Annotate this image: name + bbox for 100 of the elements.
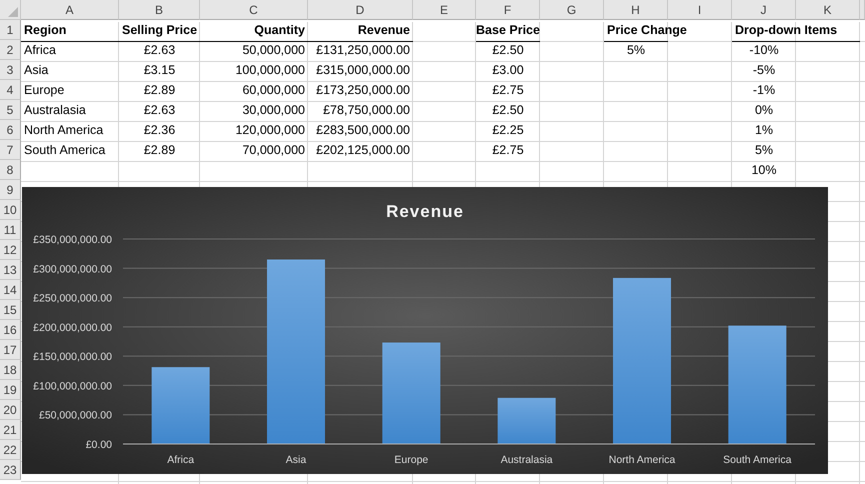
chart-bar[interactable] (613, 278, 671, 444)
chart-bar[interactable] (498, 398, 556, 444)
table-cell: -5% (752, 63, 776, 77)
table-cell: -10% (749, 43, 779, 57)
table-cell: 1% (754, 123, 774, 137)
table-cell: 60,000,000 (242, 83, 305, 97)
table-cell: £2.75 (492, 143, 524, 157)
column-header[interactable]: C (200, 0, 308, 20)
table-cell: £315,000,000.00 (316, 63, 410, 77)
bar-chart[interactable]: Revenue £0.00 £50,000,000.00 £100,000,000.00 £150,000,000.00 £200,000,000.00 £250,000,000.00 £300,000,000.00 £350,000,000.00 Africa Asia Europe Australasia North America South America (22, 187, 828, 474)
column-heading: Base Price (476, 23, 540, 37)
column-header[interactable]: D (308, 0, 413, 20)
table-cell: 5% (754, 143, 774, 157)
axis-label: South America (723, 454, 792, 466)
row-header[interactable]: 5 (0, 100, 21, 120)
row-header[interactable]: 12 (0, 240, 21, 260)
axis-label: £50,000,000.00 (39, 410, 112, 422)
axis-label: £0.00 (86, 439, 112, 451)
axis-label: Australasia (500, 454, 553, 466)
row-header[interactable]: 7 (0, 140, 21, 160)
column-header[interactable]: E (413, 0, 476, 20)
row-header[interactable]: 6 (0, 120, 21, 140)
row-header[interactable]: 15 (0, 300, 21, 320)
table-cell: £2.89 (144, 83, 176, 97)
column-heading: Price Change (607, 23, 687, 37)
table-cell: £3.00 (492, 63, 524, 77)
chart-title: Revenue (386, 202, 464, 221)
row-header[interactable]: 21 (0, 420, 21, 440)
table-cell: Europe (24, 83, 64, 97)
axis-label: Africa (167, 454, 194, 466)
table-cell: 5% (626, 43, 646, 57)
table-cell: £2.75 (492, 83, 524, 97)
table-cell: 10% (751, 163, 777, 177)
column-header[interactable]: F (476, 0, 540, 20)
axis-label: £350,000,000.00 (33, 234, 112, 246)
column-heading: Quantity (254, 23, 305, 37)
row-header[interactable]: 16 (0, 320, 21, 340)
table-cell: £2.50 (492, 43, 524, 57)
table-cell: £3.15 (144, 63, 176, 77)
row-header[interactable]: 22 (0, 440, 21, 460)
row-header[interactable]: 19 (0, 380, 21, 400)
row-header[interactable]: 2 (0, 40, 21, 60)
chart-bar[interactable] (152, 367, 210, 444)
column-heading: Drop-down Items (735, 23, 838, 37)
column-heading: Region (24, 23, 66, 37)
table-cell: £131,250,000.00 (316, 43, 410, 57)
table-cell: 30,000,000 (242, 103, 305, 117)
row-header[interactable]: 11 (0, 220, 21, 240)
row-header[interactable]: 9 (0, 180, 21, 200)
table-cell: £78,750,000.00 (323, 103, 410, 117)
row-header[interactable]: 20 (0, 400, 21, 420)
row-header[interactable]: 14 (0, 280, 21, 300)
column-header[interactable]: J (732, 0, 796, 20)
table-cell: £2.63 (144, 103, 176, 117)
column-heading: Revenue (358, 23, 410, 37)
table-cell: 70,000,000 (242, 143, 305, 157)
row-header[interactable]: 10 (0, 200, 21, 220)
row-header[interactable]: 18 (0, 360, 21, 380)
table-cell: £173,250,000.00 (316, 83, 410, 97)
chart-bar[interactable] (728, 326, 786, 444)
corner-triangle-icon (8, 7, 18, 17)
row-header[interactable]: 4 (0, 80, 21, 100)
column-header[interactable] (860, 0, 865, 20)
column-header[interactable]: G (540, 0, 604, 20)
axis-label: £150,000,000.00 (33, 351, 112, 364)
table-cell: £2.63 (144, 43, 176, 57)
chart-bar[interactable] (382, 342, 440, 444)
table-cell: £283,500,000.00 (316, 123, 410, 137)
table-cell: Asia (24, 63, 48, 77)
axis-label: £300,000,000.00 (33, 263, 112, 276)
table-cell: 100,000,000 (235, 63, 305, 77)
column-header[interactable]: I (668, 0, 732, 20)
column-header[interactable]: A (21, 0, 119, 20)
chart-bar[interactable] (267, 260, 325, 444)
row-header[interactable]: 8 (0, 160, 21, 180)
axis-label: £250,000,000.00 (33, 292, 112, 305)
table-cell: 50,000,000 (242, 43, 305, 57)
select-all-corner[interactable] (0, 0, 21, 20)
row-header[interactable]: 13 (0, 260, 21, 280)
row-header[interactable]: 1 (0, 20, 21, 40)
table-cell: £2.50 (492, 103, 524, 117)
table-cell: South America (24, 143, 106, 157)
table-cell: £2.36 (144, 123, 176, 137)
table-cell: £202,125,000.00 (316, 143, 410, 157)
table-cell: -1% (752, 83, 776, 97)
axis-label: Europe (394, 454, 428, 466)
row-header[interactable]: 3 (0, 60, 21, 80)
axis-label: North America (608, 454, 676, 466)
axis-label: Asia (286, 454, 306, 466)
row-header[interactable]: 17 (0, 340, 21, 360)
row-header[interactable]: 23 (0, 460, 21, 480)
column-header[interactable]: K (796, 0, 860, 20)
table-cell: 0% (754, 103, 774, 117)
column-header[interactable]: B (119, 0, 200, 20)
axis-label: £200,000,000.00 (33, 322, 112, 334)
table-cell: North America (24, 123, 104, 137)
table-cell: £2.89 (144, 143, 176, 157)
column-header[interactable]: H (604, 0, 668, 20)
table-cell: Africa (24, 43, 56, 57)
table-cell: £2.25 (492, 123, 524, 137)
